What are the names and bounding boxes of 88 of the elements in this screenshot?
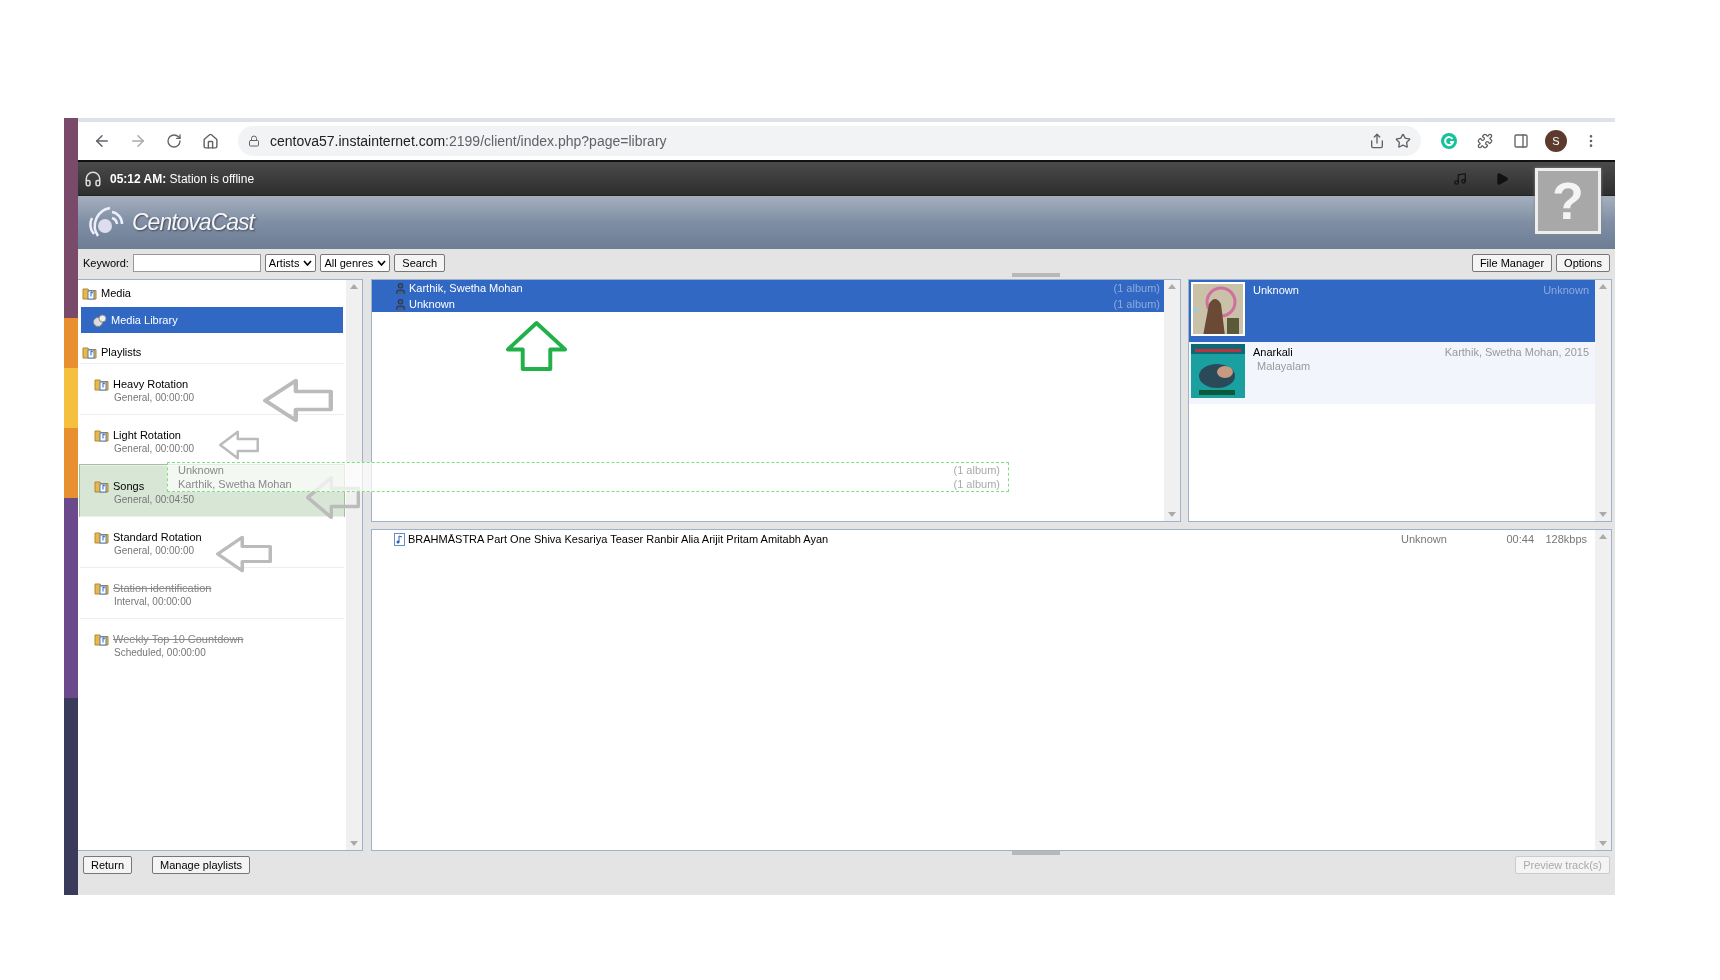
headphones-icon — [84, 169, 102, 188]
scroll-down-icon[interactable] — [1599, 512, 1607, 517]
music-note-icon[interactable] — [1453, 171, 1467, 186]
music-file-icon — [394, 532, 405, 546]
chevron-down-icon — [377, 260, 387, 266]
filter-select[interactable]: All genres — [320, 254, 391, 272]
play-icon[interactable] — [1495, 171, 1509, 186]
annotation-arrow — [216, 535, 272, 573]
reload-icon — [166, 133, 182, 149]
scroll-down-icon[interactable] — [1599, 841, 1607, 846]
footer-button[interactable]: Manage playlists — [152, 856, 250, 874]
scrollbar[interactable] — [1595, 280, 1611, 521]
profile-avatar[interactable]: S — [1545, 130, 1567, 152]
playlist-details: General, 00:00:00 — [113, 391, 196, 403]
scroll-down-icon[interactable] — [1168, 512, 1176, 517]
drag-album-count: (1 album) — [953, 464, 1000, 476]
album-row[interactable]: Unknown Unknown — [1189, 280, 1595, 342]
group-label: Playlists — [101, 346, 142, 358]
scrollbar[interactable] — [346, 280, 362, 850]
forward-arrow-icon — [129, 132, 147, 150]
playlist-title: Heavy Rotation — [113, 377, 189, 390]
splitter-handle[interactable] — [1012, 273, 1060, 277]
album-title: Unknown — [1253, 284, 1299, 296]
playlist-icon — [94, 631, 109, 646]
scroll-up-icon[interactable] — [1599, 284, 1607, 289]
scroll-up-icon[interactable] — [1599, 534, 1607, 539]
scroll-down-icon[interactable] — [350, 841, 358, 846]
track-artist: Unknown — [1401, 533, 1448, 545]
album-title: Anarkali — [1253, 346, 1293, 358]
annotation-arrow — [505, 320, 568, 372]
footer-button[interactable]: Return — [83, 856, 133, 874]
station-status: 05:12 AM: Station is offline — [110, 171, 256, 186]
share-icon[interactable] — [1369, 133, 1385, 149]
playlist-title: Light Rotation — [113, 428, 181, 441]
track-title: BRAHMĀSTRA Part One Shiva Kesariya Teaser Ranbir Alia Arijit Pritam Amitabh Ayan — [408, 533, 830, 545]
playlist-title: Station identification — [113, 581, 212, 594]
playlist-title: Songs — [113, 479, 145, 492]
group-label: Media — [101, 287, 131, 299]
artist-row[interactable]: Unknown (1 album) — [372, 296, 1164, 312]
scrollbar[interactable] — [1595, 530, 1611, 850]
lock-icon — [248, 135, 260, 147]
playlist-item[interactable]: Standard Rotation General, 00:00:00 — [80, 516, 344, 567]
playlist-item[interactable]: Heavy Rotation General, 00:00:00 — [80, 363, 344, 414]
toolbar-button[interactable]: File Manager — [1471, 254, 1553, 272]
url-text: centova57.instainternet.com:2199/client/index.php?page=library — [270, 133, 667, 149]
album-detail: Unknown — [1543, 284, 1589, 296]
address-bar[interactable]: centova57.instainternet.com:2199/client/index.php?page=library — [238, 126, 1421, 156]
bookmark-star-icon[interactable] — [1395, 133, 1411, 149]
playlist-details: General, 00:00:00 — [113, 442, 196, 454]
album-row[interactable]: Anarkali Karthik, Swetha Mohan, 2015 Malayalam — [1189, 342, 1595, 404]
keyword-field[interactable] — [132, 254, 261, 272]
keyword-label: Keyword: — [83, 257, 129, 269]
playlist-icon — [94, 427, 109, 442]
playlist-icon — [94, 580, 109, 595]
person-icon — [394, 297, 407, 311]
logo-text: CentovaCast — [132, 209, 254, 236]
scroll-up-icon[interactable] — [1168, 284, 1176, 289]
playlist-details: Interval, 00:00:00 — [113, 595, 193, 607]
chevron-down-icon — [303, 260, 313, 266]
drag-artist-name: Karthik, Swetha Mohan — [178, 478, 293, 490]
annotation-arrow — [219, 430, 259, 460]
playlist-title: Weekly Top 10 Countdown — [113, 632, 244, 645]
discs-icon — [93, 313, 107, 327]
album-detail: Karthik, Swetha Mohan, 2015 — [1444, 346, 1589, 358]
folder-icon — [82, 345, 97, 359]
album-genre: Malayalam — [1256, 360, 1312, 372]
home-icon — [201, 132, 219, 150]
playlist-icon — [94, 376, 109, 391]
playlist-title: Standard Rotation — [113, 530, 202, 543]
playlist-details: Scheduled, 00:00:00 — [113, 646, 207, 658]
playlist-details: General, 00:04:50 — [113, 493, 196, 505]
toolbar-button[interactable]: Options — [1556, 254, 1610, 272]
annotation-arrow — [263, 378, 333, 423]
scrollbar[interactable] — [1164, 280, 1180, 521]
track-bitrate: 128kbps — [1544, 533, 1587, 545]
drag-artist-name: Unknown — [178, 464, 225, 476]
filter-select[interactable]: Artists — [264, 254, 317, 272]
splitter-handle[interactable] — [1012, 851, 1060, 855]
folders-icon — [82, 286, 97, 300]
sidebar-item[interactable]: Media Library — [81, 307, 343, 333]
track-length: 00:44 — [1505, 533, 1534, 545]
playlist-icon — [94, 529, 109, 544]
search-button[interactable]: Search — [394, 254, 446, 272]
scroll-up-icon[interactable] — [350, 284, 358, 289]
artist-row[interactable]: Karthik, Swetha Mohan (1 album) — [372, 280, 1164, 296]
playlist-details: General, 00:00:00 — [113, 544, 196, 556]
person-icon — [394, 281, 407, 295]
drag-album-count: (1 album) — [953, 478, 1000, 490]
